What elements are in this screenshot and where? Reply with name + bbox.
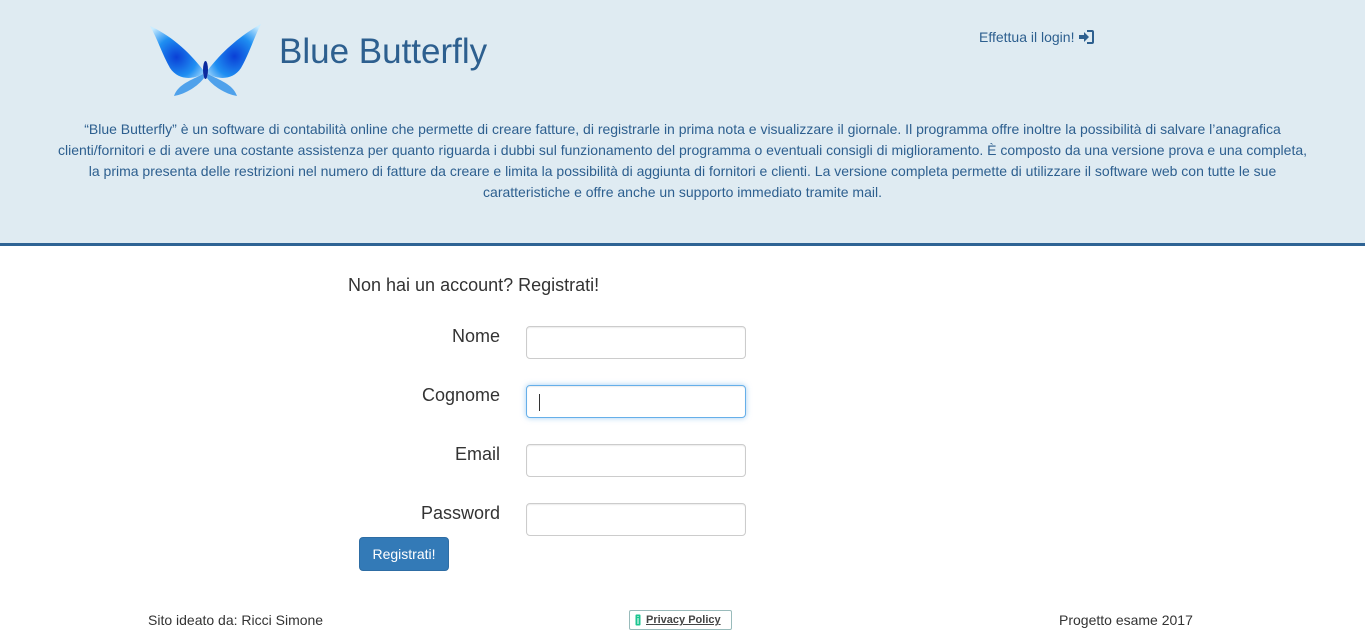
email-label: Email: [454, 444, 500, 464]
cognome-input[interactable]: [526, 385, 746, 418]
footer-author: Sito ideato da: Ricci Simone: [148, 612, 324, 628]
header: Blue Butterfly Effettua il login! “Blue …: [0, 0, 1365, 246]
password-label: Password: [420, 503, 500, 523]
cognome-label: Cognome: [421, 385, 500, 405]
privacy-policy-link[interactable]: Privacy Policy: [629, 610, 732, 630]
site-description: “Blue Butterfly” è un software di contab…: [57, 121, 1308, 200]
site-title: Blue Butterfly: [279, 32, 488, 71]
sign-in-icon: [1079, 30, 1095, 44]
nome-label: Nome: [451, 326, 500, 346]
iubenda-privacy-icon: [635, 614, 641, 626]
footer-project: Progetto esame 2017: [1059, 612, 1193, 628]
text-caret: [539, 394, 540, 411]
butterfly-logo-icon: [148, 20, 263, 98]
login-link[interactable]: Effettua il login!: [979, 29, 1095, 45]
password-input[interactable]: [526, 503, 746, 536]
email-input[interactable]: [526, 444, 746, 477]
nome-input[interactable]: [526, 326, 746, 359]
privacy-policy-label: Privacy Policy: [646, 614, 721, 626]
login-link-label: Effettua il login!: [979, 29, 1075, 45]
form-heading: Non hai un account? Registrati!: [348, 275, 600, 295]
register-button[interactable]: Registrati!: [359, 537, 449, 571]
